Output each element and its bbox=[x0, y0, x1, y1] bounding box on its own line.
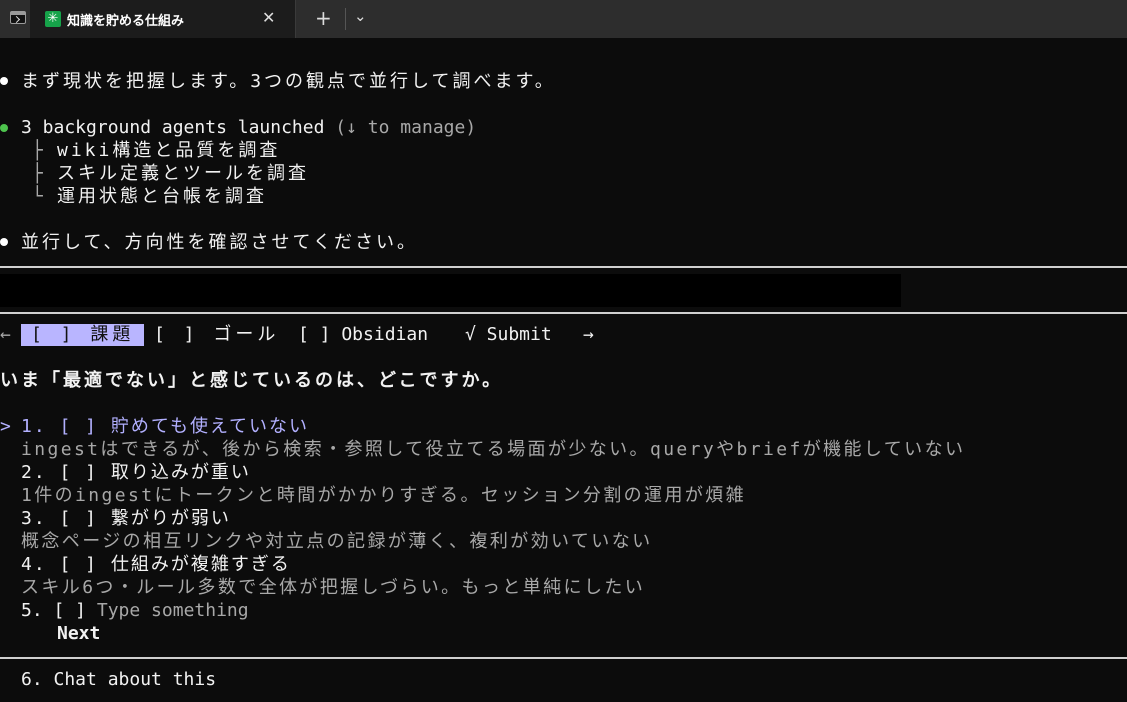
option-2[interactable]: 2. [ ] 取り込みが重い bbox=[21, 462, 251, 484]
option-5-checkbox[interactable]: 5. [ ] bbox=[21, 600, 86, 621]
agents-hint[interactable]: (↓ to manage) bbox=[335, 117, 476, 138]
agent-item: スキル定義とツールを調査 bbox=[57, 163, 309, 184]
option-1-description: ingestはできるが、後から検索・参照して役立てる場面が少ない。queryやb… bbox=[21, 439, 966, 460]
option-2-description: 1件のingestにトークンと時間がかかりすぎる。セッション分割の運用が煩雑 bbox=[21, 485, 747, 506]
divider bbox=[0, 266, 1127, 268]
option-1[interactable]: 1. [ ] 貯めても使えていない bbox=[21, 416, 309, 438]
tab-separator bbox=[345, 8, 346, 30]
agent-item: wiki構造と品質を調査 bbox=[57, 140, 281, 161]
log-line-confirm: 並行して、方向性を確認させてください。 bbox=[21, 232, 419, 253]
tab-bar: ✳ 知識を貯める仕組み ✕ + ⌄ bbox=[0, 0, 1127, 38]
tab-submit[interactable]: √ Submit bbox=[465, 324, 552, 346]
option-5-input[interactable]: Type something bbox=[97, 600, 249, 621]
option-5[interactable]: 5. [ ] Type something bbox=[21, 600, 249, 622]
nav-left-arrow-icon[interactable]: ← bbox=[0, 324, 11, 346]
agent-tree-last: └ bbox=[32, 186, 43, 207]
tab-goal[interactable]: [ ] ゴール bbox=[154, 324, 279, 346]
input-area[interactable] bbox=[0, 274, 901, 307]
agents-summary: 3 background agents launched bbox=[21, 117, 325, 138]
divider bbox=[0, 312, 1127, 314]
divider bbox=[0, 657, 1127, 659]
tab-obsidian[interactable]: [ ] Obsidian bbox=[298, 324, 428, 346]
option-4[interactable]: 4. [ ] 仕組みが複雑すぎる bbox=[21, 554, 291, 576]
agent-tree-branch: ├ bbox=[32, 140, 43, 161]
white-bullet-icon bbox=[0, 77, 8, 85]
agent-tree-branch: ├ bbox=[32, 163, 43, 184]
cursor-icon: > bbox=[0, 416, 11, 437]
tab-active[interactable]: ✳ 知識を貯める仕組み ✕ bbox=[30, 0, 296, 38]
green-bullet-icon bbox=[0, 124, 8, 132]
option-3[interactable]: 3. [ ] 繋がりが弱い bbox=[21, 508, 231, 530]
next-button[interactable]: Next bbox=[57, 623, 100, 645]
question-prompt: いま「最適でない」と感じているのは、どこですか。 bbox=[0, 370, 504, 391]
new-tab-plus-icon[interactable]: + bbox=[315, 6, 332, 30]
agent-item: 運用状態と台帳を調査 bbox=[57, 186, 267, 207]
option-4-description: スキル6つ・ルール多数で全体が把握しづらい。もっと単純にしたい bbox=[21, 577, 646, 598]
nav-right-arrow-icon[interactable]: → bbox=[583, 324, 594, 346]
app-icon: ✳ bbox=[45, 11, 61, 27]
chat-option[interactable]: 6. Chat about this bbox=[21, 669, 216, 691]
option-3-description: 概念ページの相互リンクや対立点の記録が薄く、複利が効いていない bbox=[21, 531, 653, 552]
log-line-plan: まず現状を把握します。3つの観点で並行して調べます。 bbox=[21, 71, 556, 92]
chevron-down-icon[interactable]: ⌄ bbox=[354, 7, 367, 25]
terminal-icon[interactable] bbox=[10, 11, 26, 24]
white-bullet-icon bbox=[0, 238, 8, 246]
close-icon[interactable]: ✕ bbox=[262, 8, 275, 27]
tab-kadai[interactable]: [ ] 課題 bbox=[21, 324, 145, 346]
agents-status-line: 3 background agents launched (↓ to manag… bbox=[21, 117, 476, 139]
tab-title: 知識を貯める仕組み bbox=[67, 14, 185, 29]
